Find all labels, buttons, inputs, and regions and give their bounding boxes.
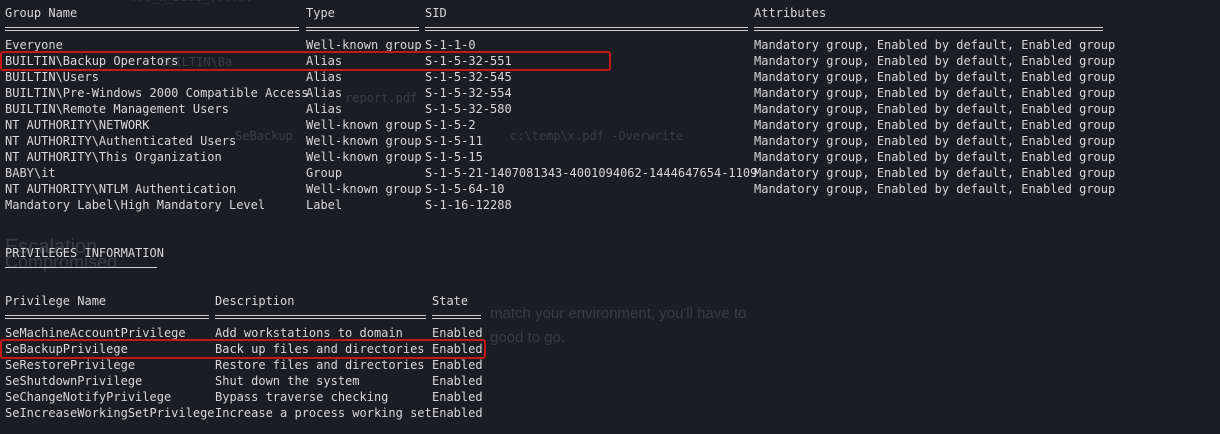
type-cell: Label <box>306 198 343 212</box>
sid-cell: S-1-5-15 <box>425 150 483 164</box>
header-sid: SID <box>425 6 447 20</box>
description-cell: Shut down the system <box>215 374 360 388</box>
attributes-cell: Mandatory group, Enabled by default, Ena… <box>754 134 1116 148</box>
section-title-underline <box>5 267 157 268</box>
type-cell: Group <box>306 166 343 180</box>
type-cell: Alias <box>306 86 343 100</box>
type-cell: Well-known group <box>306 182 422 196</box>
group-name-cell: NT AUTHORITY\Authenticated Users <box>5 134 237 148</box>
group-name-cell: BUILTIN\Pre-Windows 2000 Compatible Acce… <box>5 86 309 100</box>
group-name-cell: NT AUTHORITY\NETWORK <box>5 118 150 132</box>
attributes-cell: Mandatory group, Enabled by default, Ena… <box>754 150 1116 164</box>
group-name-cell: Mandatory Label\High Mandatory Level <box>5 198 266 212</box>
header-divider <box>432 315 481 316</box>
attributes-cell: Mandatory group, Enabled by default, Ena… <box>754 166 1116 180</box>
type-cell: Well-known group <box>306 150 422 164</box>
header-type: Type <box>306 6 335 20</box>
group-table-header: Group Name Type SID Attributes <box>5 5 826 21</box>
sid-cell: S-1-16-12288 <box>425 198 512 212</box>
ghost-text: report.pdf <box>345 91 418 105</box>
sid-cell: S-1-5-32-554 <box>425 86 512 100</box>
attributes-cell: Mandatory group, Enabled by default, Ena… <box>754 54 1116 68</box>
state-cell: Enabled <box>432 358 483 372</box>
header-divider <box>432 318 481 319</box>
attributes-cell: Mandatory group, Enabled by default, Ena… <box>754 38 1116 52</box>
header-divider <box>5 318 209 319</box>
type-cell: Well-known group <box>306 118 422 132</box>
group-name-cell: BABY\it <box>5 166 56 180</box>
highlight-sebackupprivilege <box>0 339 486 359</box>
privileges-table-header: Privilege Name Description State <box>5 293 468 309</box>
header-divider <box>5 27 299 28</box>
type-cell: Well-known group <box>306 134 422 148</box>
privilege-name-cell: SeRestorePrivilege <box>5 358 136 372</box>
group-name-cell: NT AUTHORITY\NTLM Authentication <box>5 182 237 196</box>
header-description: Description <box>215 294 295 308</box>
state-cell: Enabled <box>432 390 483 404</box>
ghost-text: c:\temp\x.pdf -Overwrite <box>510 129 684 143</box>
ghost-text: good to go. <box>490 329 566 346</box>
attributes-cell: Mandatory group, Enabled by default, Ena… <box>754 182 1116 196</box>
sid-cell: S-1-5-32-545 <box>425 70 512 84</box>
header-divider <box>215 315 426 316</box>
group-name-cell: NT AUTHORITY\This Organization <box>5 150 222 164</box>
header-divider <box>5 30 299 31</box>
attributes-cell: Mandatory group, Enabled by default, Ena… <box>754 70 1116 84</box>
privilege-name-cell: SeIncreaseWorkingSetPrivilege <box>5 406 215 420</box>
attributes-cell: Mandatory group, Enabled by default, Ena… <box>754 102 1116 116</box>
header-divider <box>215 318 426 319</box>
attributes-cell: Mandatory group, Enabled by default, Ena… <box>754 118 1116 132</box>
privilege-name-cell: SeShutdownPrivilege <box>5 374 143 388</box>
group-name-cell: BUILTIN\Users <box>5 70 99 84</box>
ghost-text: match your environment, you'll have to <box>490 305 747 322</box>
header-attributes: Attributes <box>754 6 827 20</box>
attributes-cell: Mandatory group, Enabled by default, Ena… <box>754 86 1116 100</box>
sid-cell: S-1-5-11 <box>425 134 483 148</box>
sid-cell: S-1-5-21-1407081343-4001094062-144464765… <box>425 166 758 180</box>
sid-cell: S-1-5-2 <box>425 118 476 132</box>
header-divider <box>5 315 209 316</box>
header-group-name: Group Name <box>5 6 78 20</box>
header-divider <box>306 27 419 28</box>
description-cell: Restore files and directories <box>215 358 425 372</box>
ghost-text: vvv_n_3abb_vvvvvv <box>130 0 253 4</box>
type-cell: Alias <box>306 102 343 116</box>
header-divider <box>425 30 748 31</box>
header-state: State <box>432 294 469 308</box>
highlight-backup-operators <box>0 51 611 71</box>
header-divider <box>754 30 1103 31</box>
state-cell: Enabled <box>432 374 483 388</box>
privileges-section-title: PRIVILEGES INFORMATION <box>5 246 164 260</box>
sid-cell: S-1-5-64-10 <box>425 182 505 196</box>
type-cell: Alias <box>306 70 343 84</box>
header-divider <box>425 27 748 28</box>
description-cell: Bypass traverse checking <box>215 390 389 404</box>
privilege-name-cell: SeChangeNotifyPrivilege <box>5 390 172 404</box>
group-name-cell: BUILTIN\Remote Management Users <box>5 102 229 116</box>
state-cell: Enabled <box>432 406 483 420</box>
header-divider <box>306 30 419 31</box>
ghost-text: SeBackup <box>235 129 293 143</box>
sid-cell: S-1-5-32-580 <box>425 102 512 116</box>
header-privilege-name: Privilege Name <box>5 294 107 308</box>
description-cell: Increase a process working set <box>215 406 432 420</box>
header-divider <box>754 27 1103 28</box>
